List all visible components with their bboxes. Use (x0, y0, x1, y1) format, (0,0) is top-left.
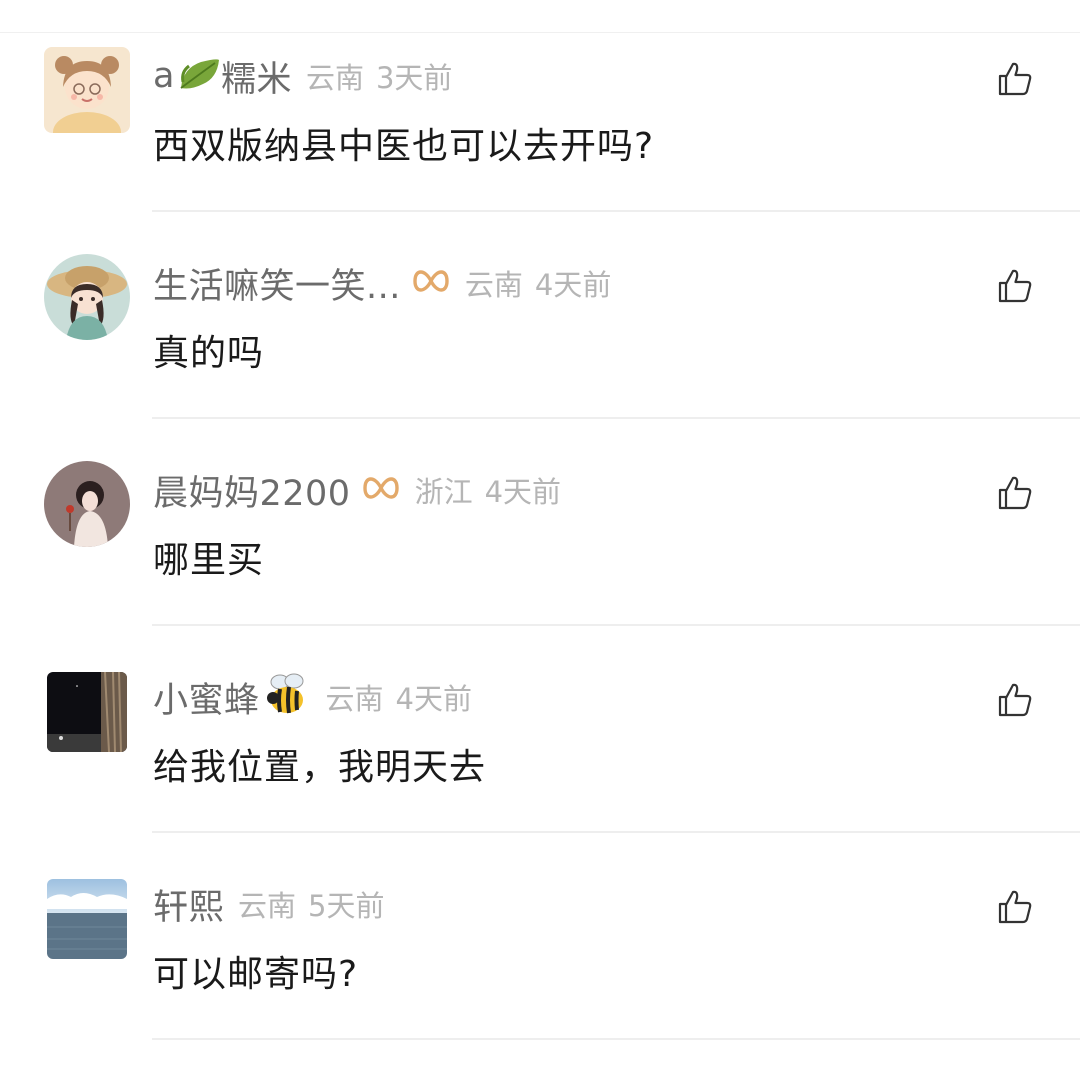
thumbs-up-icon[interactable] (996, 267, 1034, 305)
username-suffix[interactable]: 糯米 (221, 51, 292, 102)
avatar[interactable] (47, 879, 127, 959)
comment-time: 4天前 (484, 475, 562, 509)
comment-text[interactable]: 可以邮寄吗? (153, 945, 358, 997)
comment-location: 云南 (464, 268, 523, 302)
comment-text[interactable]: 真的吗 (153, 324, 264, 376)
comment-text[interactable]: 给我位置，我明天去 (153, 738, 486, 790)
comment-meta: a 糯米 云南 3天前 (153, 51, 452, 101)
infinity-badge-icon (411, 263, 451, 303)
thumbs-up-icon[interactable] (996, 888, 1034, 926)
username[interactable]: 小蜜蜂 (153, 672, 260, 723)
comment-time: 4天前 (395, 682, 472, 716)
comment-location: 云南 (305, 61, 364, 95)
comment-location: 云南 (238, 889, 297, 923)
comment-location: 浙江 (414, 475, 473, 509)
top-divider (0, 32, 1080, 33)
thumbs-up-icon[interactable] (996, 681, 1034, 719)
comment-time: 4天前 (534, 268, 612, 302)
divider (152, 831, 1080, 833)
avatar[interactable] (44, 47, 130, 133)
divider (152, 210, 1080, 212)
avatar[interactable] (47, 672, 127, 752)
username[interactable]: 晨妈妈2200 (153, 465, 351, 516)
username[interactable]: a (153, 56, 175, 96)
divider (152, 624, 1080, 626)
divider (152, 417, 1080, 419)
leaf-icon (177, 54, 221, 98)
comment-meta: 小蜜蜂 云南 4天前 (153, 672, 472, 722)
avatar[interactable] (44, 461, 130, 547)
avatar[interactable] (44, 254, 130, 340)
comment-location: 云南 (325, 682, 384, 716)
username[interactable]: 轩熙 (153, 879, 224, 930)
comment-time: 5天前 (308, 889, 385, 923)
comment-meta: 生活嘛笑一笑... 云南 4天前 (153, 258, 611, 308)
comment-list-screen: a 糯米 云南 3天前 西双版纳县中医也可以去开吗? 生活嘛笑一笑... 云南 … (0, 0, 1080, 1080)
comment-text[interactable]: 西双版纳县中医也可以去开吗? (153, 117, 654, 169)
comment-time: 3天前 (375, 61, 453, 95)
thumbs-up-icon[interactable] (996, 60, 1034, 98)
comment-meta: 晨妈妈2200 浙江 4天前 (153, 465, 561, 515)
infinity-badge-icon (361, 470, 401, 510)
divider (152, 1038, 1080, 1040)
username[interactable]: 生活嘛笑一笑... (153, 258, 401, 309)
comment-meta: 轩熙 云南 5天前 (153, 879, 384, 929)
comment-text[interactable]: 哪里买 (153, 531, 264, 583)
bee-icon (262, 670, 312, 724)
thumbs-up-icon[interactable] (996, 474, 1034, 512)
